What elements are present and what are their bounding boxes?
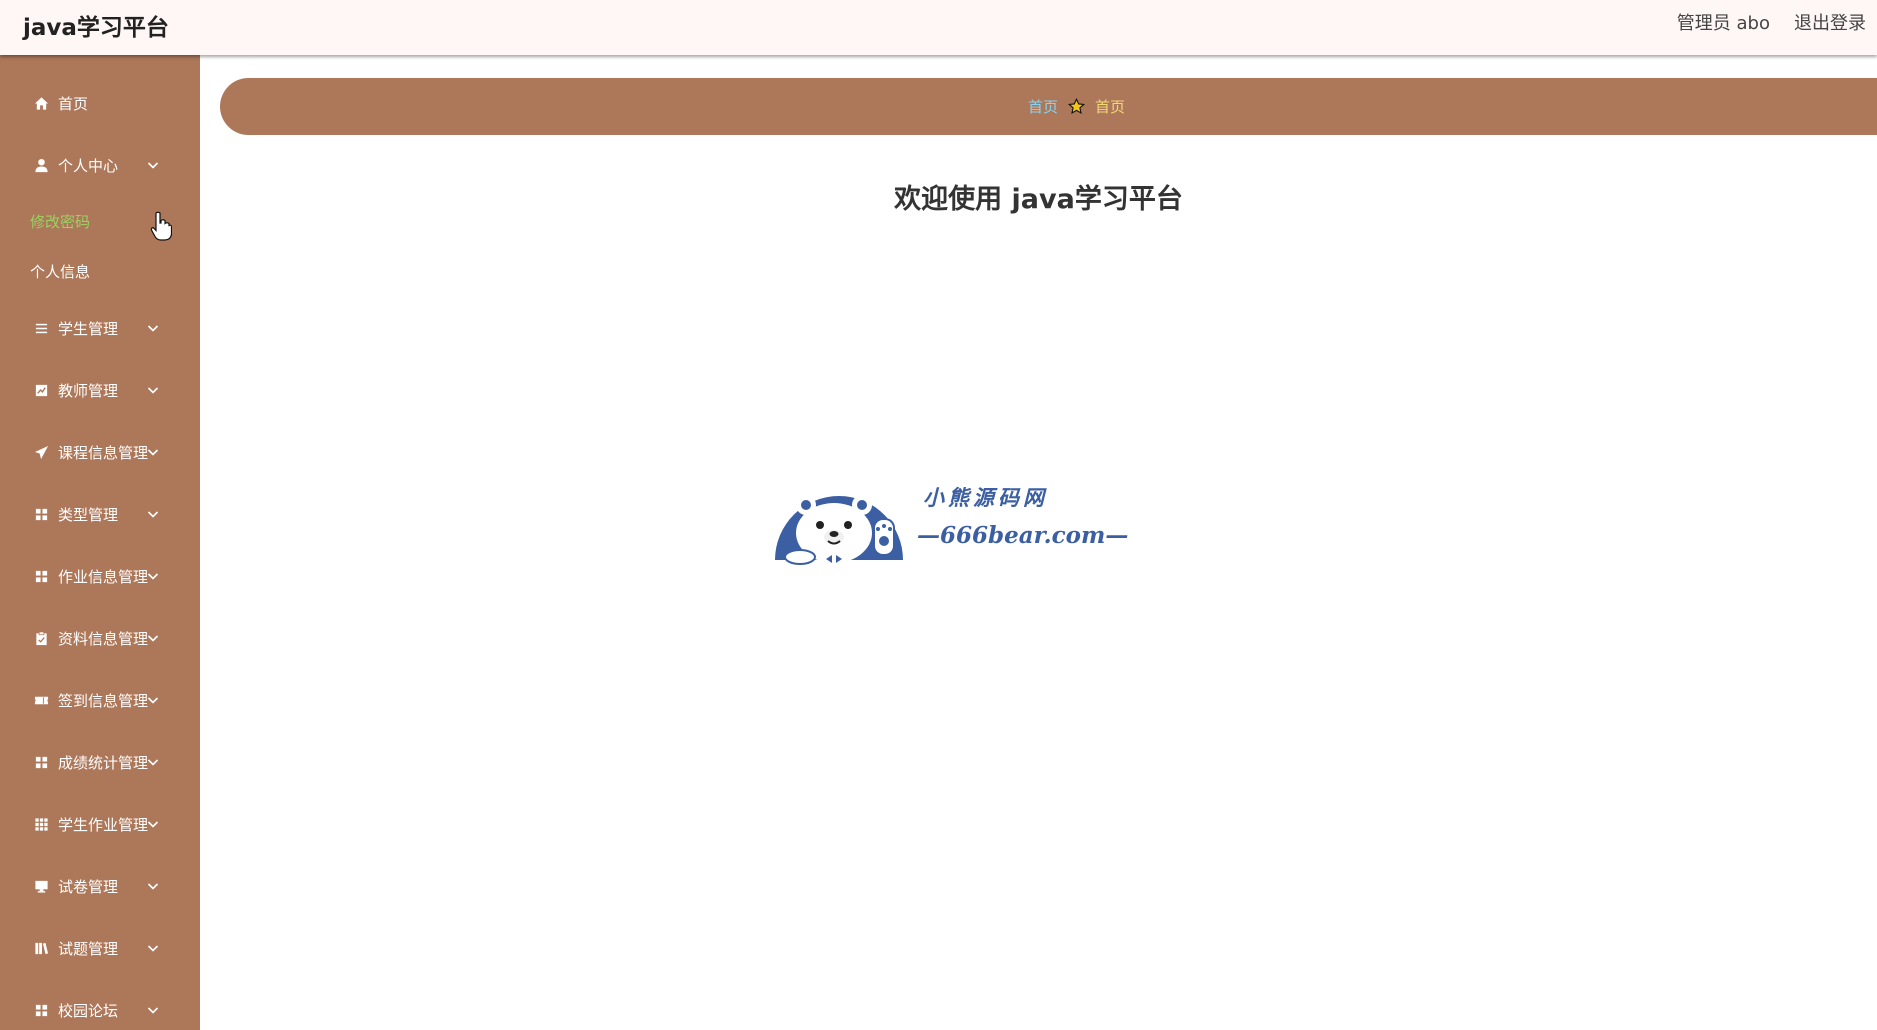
breadcrumb: 首页 首页 xyxy=(220,78,1877,135)
sidebar-item-label: 试题管理 xyxy=(58,940,119,958)
user-area: 管理员 abo 退出登录 xyxy=(1677,9,1866,35)
sidebar-item-checkin-management[interactable]: 签到信息管理 xyxy=(0,680,200,720)
sidebar-item-label: 作业信息管理 xyxy=(58,568,149,586)
watermark-logo: 小熊源码网 —666bear.com— xyxy=(774,475,1128,565)
sidebar-item-label: 首页 xyxy=(58,95,89,113)
sidebar-item-label: 教师管理 xyxy=(58,382,119,400)
app-title: java学习平台 xyxy=(23,15,169,41)
user-icon xyxy=(33,157,49,173)
grid-icon xyxy=(33,506,49,522)
sidebar-item-label: 学生管理 xyxy=(58,320,119,338)
sidebar-item-label: 课程信息管理 xyxy=(58,444,149,462)
sidebar-item-label: 资料信息管理 xyxy=(58,630,149,648)
main-content: 首页 首页 欢迎使用 java学习平台 小熊源码网 —666bear.com— xyxy=(200,55,1877,1030)
sidebar-item-personal-center[interactable]: 个人中心 xyxy=(0,145,200,185)
chevron-down-icon xyxy=(147,633,159,643)
chevron-down-icon xyxy=(147,323,159,333)
clipboard-icon xyxy=(33,630,49,646)
bear-logo-icon xyxy=(775,495,903,565)
sidebar-item-label: 类型管理 xyxy=(58,506,119,524)
submenu-personal-info[interactable]: 个人信息 xyxy=(0,253,200,289)
apps-icon xyxy=(33,816,49,832)
chevron-down-icon xyxy=(147,160,159,170)
chevron-down-icon xyxy=(147,447,159,457)
sidebar-item-student-homework[interactable]: 学生作业管理 xyxy=(0,804,200,844)
sidebar-item-label: 校园论坛 xyxy=(58,1002,119,1020)
chevron-down-icon xyxy=(147,757,159,767)
chevron-down-icon xyxy=(147,509,159,519)
sidebar-item-homework-management[interactable]: 作业信息管理 xyxy=(0,556,200,596)
grid-icon xyxy=(33,568,49,584)
chart-icon xyxy=(33,382,49,398)
grid-icon xyxy=(33,754,49,770)
chevron-down-icon xyxy=(147,881,159,891)
sidebar-item-score-statistics[interactable]: 成绩统计管理 xyxy=(0,742,200,782)
monitor-icon xyxy=(33,878,49,894)
ticket-icon xyxy=(33,692,49,708)
hand-cursor-icon xyxy=(150,211,173,241)
chevron-down-icon xyxy=(147,385,159,395)
sidebar-item-campus-forum[interactable]: 校园论坛 xyxy=(0,990,200,1030)
sidebar-item-label: 试卷管理 xyxy=(58,878,119,896)
breadcrumb-trail: 首页 首页 xyxy=(1028,96,1125,117)
breadcrumb-current: 首页 xyxy=(1095,98,1126,116)
chevron-down-icon xyxy=(147,571,159,581)
watermark-title: 小熊源码网 xyxy=(923,485,1048,510)
submenu-label: 个人信息 xyxy=(30,263,91,281)
current-user-label: 管理员 abo xyxy=(1676,13,1770,34)
sidebar-item-student-management[interactable]: 学生管理 xyxy=(0,308,200,348)
library-icon xyxy=(33,940,49,956)
chevron-down-icon xyxy=(147,695,159,705)
sidebar-item-label: 成绩统计管理 xyxy=(58,754,149,772)
welcome-heading: 欢迎使用 java学习平台 xyxy=(894,184,1183,215)
chevron-down-icon xyxy=(147,1005,159,1015)
sidebar-item-teacher-management[interactable]: 教师管理 xyxy=(0,370,200,410)
chevron-down-icon xyxy=(147,819,159,829)
top-navbar: java学习平台 管理员 abo 退出登录 xyxy=(0,0,1877,55)
sidebar-item-material-management[interactable]: 资料信息管理 xyxy=(0,618,200,658)
sidebar-menu: 首页 个人中心 修改密码 个人信息 学生管理 教师管理 课程信息管理 类型管理 … xyxy=(0,55,200,1030)
sidebar-item-label: 个人中心 xyxy=(58,157,119,175)
sidebar-item-exam-paper[interactable]: 试卷管理 xyxy=(0,866,200,906)
sidebar-item-label: 学生作业管理 xyxy=(58,816,149,834)
send-icon xyxy=(33,444,49,460)
sidebar-item-question-bank[interactable]: 试题管理 xyxy=(0,928,200,968)
star-icon xyxy=(1068,98,1086,115)
watermark-url: —666bear.com— xyxy=(917,522,1129,549)
sidebar-item-type-management[interactable]: 类型管理 xyxy=(0,494,200,534)
submenu-label: 修改密码 xyxy=(30,213,91,231)
home-icon xyxy=(33,95,49,111)
logout-link[interactable]: 退出登录 xyxy=(1794,9,1866,35)
sidebar-item-home[interactable]: 首页 xyxy=(0,83,200,123)
chevron-down-icon xyxy=(147,943,159,953)
sidebar-item-label: 签到信息管理 xyxy=(58,692,149,710)
breadcrumb-home-link[interactable]: 首页 xyxy=(1028,96,1058,117)
grid-icon xyxy=(33,1002,49,1018)
sidebar-item-course-management[interactable]: 课程信息管理 xyxy=(0,432,200,472)
list-icon xyxy=(33,320,49,336)
